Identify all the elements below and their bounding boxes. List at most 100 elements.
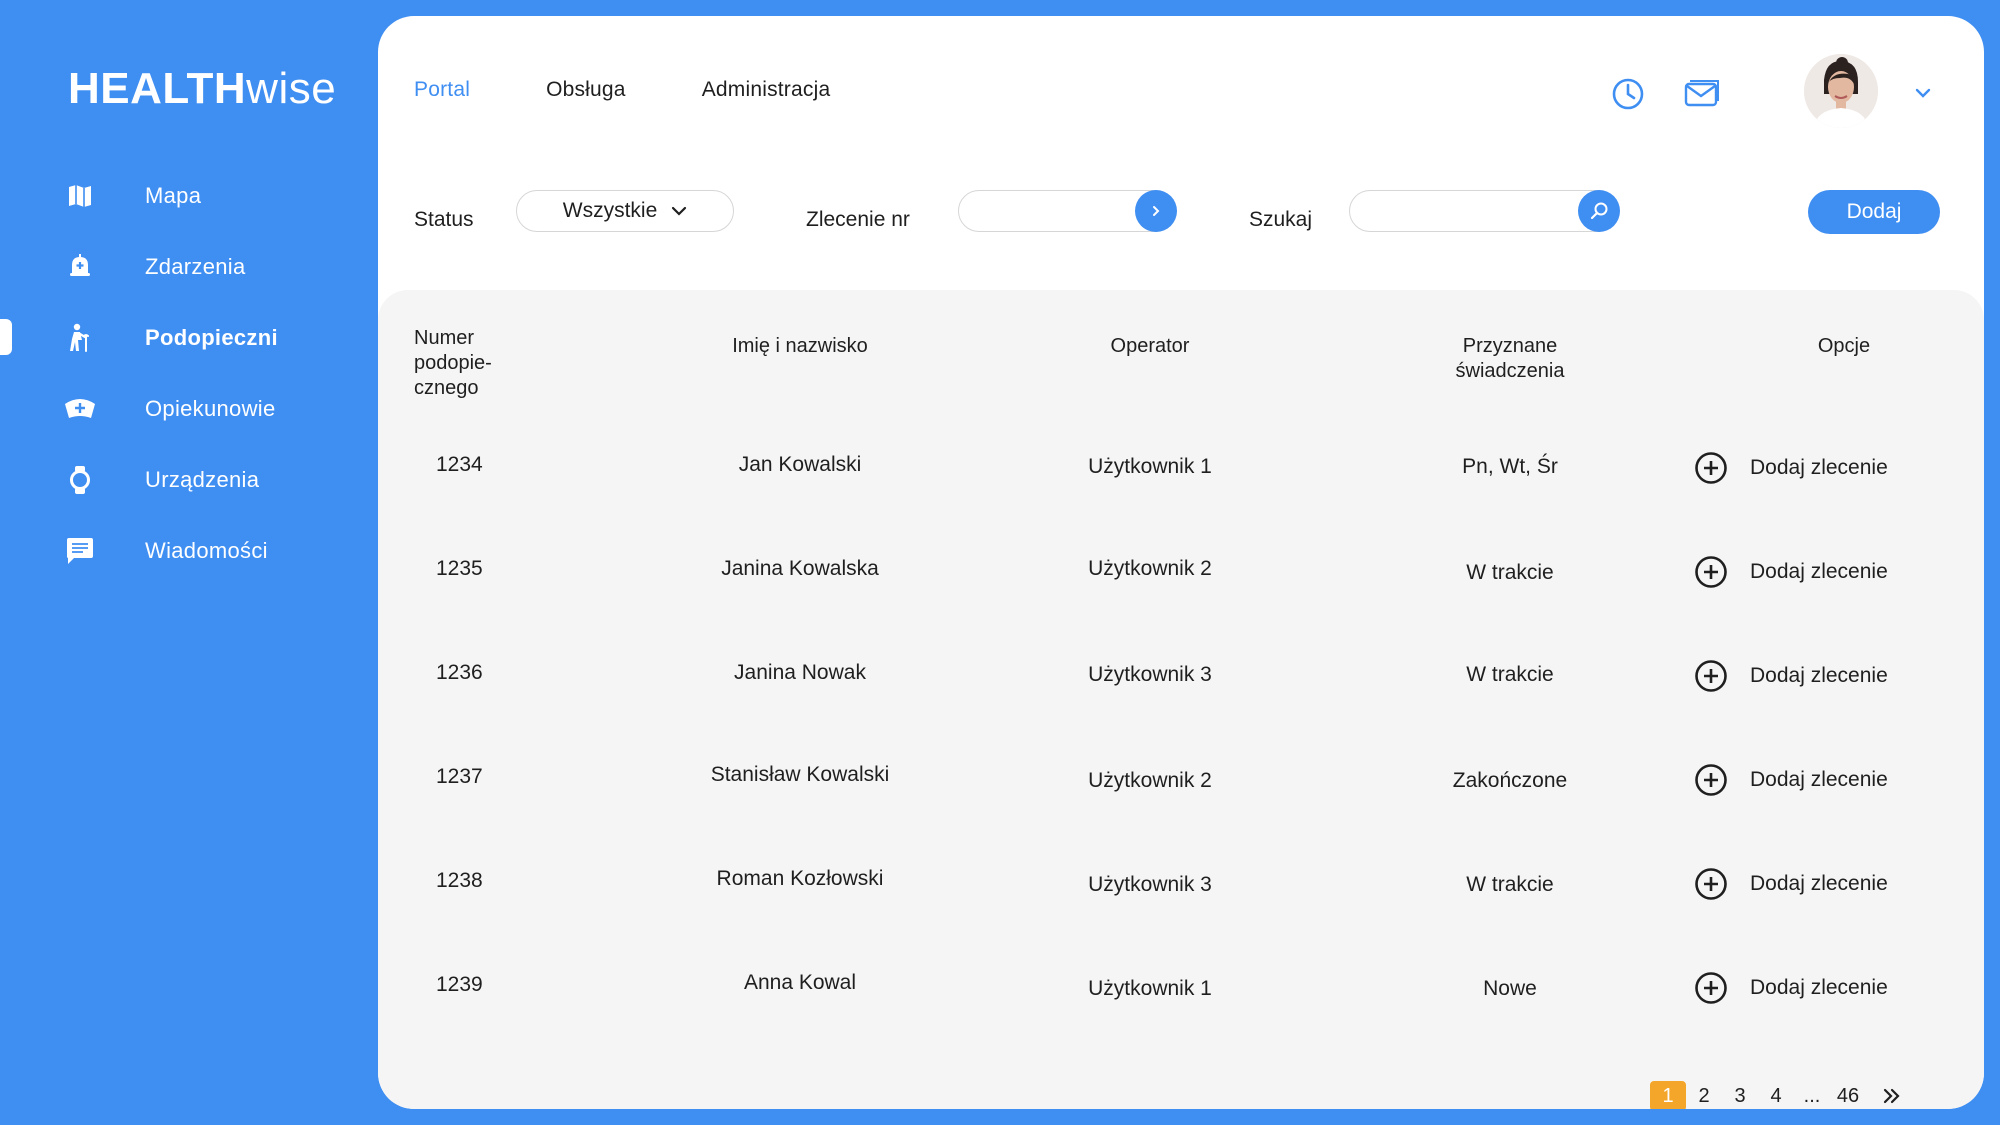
page-button[interactable]: 3 [1722, 1081, 1758, 1109]
table-row: 1235 Janina Kowalska Użytkownik 2 W trak… [378, 555, 1984, 625]
sidebar-item-label: Wiadomości [145, 537, 268, 563]
add-order-button[interactable]: Dodaj zlecenie [1694, 763, 1888, 797]
cell-name[interactable]: Anna Kowal [620, 971, 980, 995]
sidebar: HEALTHwise Mapa Zdarzenia Podopieczni Op… [0, 0, 378, 1125]
sidebar-item-label: Opiekunowie [145, 395, 276, 421]
order-number-field[interactable] [958, 190, 1177, 232]
column-header-benefits-line: świadczenia [1455, 360, 1565, 382]
tab-administracja[interactable]: Administracja [702, 78, 831, 102]
plus-circle-icon [1694, 659, 1728, 693]
add-order-button[interactable]: Dodaj zlecenie [1694, 971, 1888, 1005]
cell-number: 1234 [436, 453, 483, 476]
sidebar-item-wiadomosci[interactable]: Wiadomości [0, 515, 378, 586]
app-root: HEALTHwise Mapa Zdarzenia Podopieczni Op… [0, 0, 2000, 1125]
plus-circle-icon [1694, 867, 1728, 901]
sidebar-item-mapa[interactable]: Mapa [0, 160, 378, 231]
tab-portal[interactable]: Portal [414, 78, 470, 102]
sidebar-item-label: Podopieczni [145, 324, 278, 350]
order-number-input[interactable] [973, 197, 1117, 225]
column-header-name[interactable]: Imię i nazwisko [620, 334, 980, 359]
sidebar-item-label: Mapa [145, 182, 202, 208]
cell-name[interactable]: Stanisław Kowalski [620, 763, 980, 787]
search-input[interactable] [1364, 197, 1568, 225]
cell-name[interactable]: Janina Nowak [620, 661, 980, 685]
column-header-benefits-line: Przyznane [1462, 335, 1558, 357]
nurse-cap-icon [62, 391, 98, 427]
cell-benefits: Nowe [1483, 977, 1537, 1000]
sidebar-item-podopieczni[interactable]: Podopieczni [0, 302, 378, 373]
order-go-button[interactable] [1135, 190, 1177, 232]
cell-number: 1237 [436, 765, 483, 788]
sidebar-nav: Mapa Zdarzenia Podopieczni Opiekunowie U… [0, 160, 378, 586]
table-row: 1236 Janina Nowak Użytkownik 3 W trakcie… [378, 659, 1984, 729]
add-order-button[interactable]: Dodaj zlecenie [1694, 451, 1888, 485]
sidebar-item-label: Zdarzenia [145, 253, 246, 279]
page-button-current[interactable]: 1 [1650, 1081, 1686, 1109]
brand-logo[interactable]: HEALTHwise [68, 64, 336, 114]
chevron-down-icon[interactable] [1908, 78, 1938, 108]
add-order-button[interactable]: Dodaj zlecenie [1694, 659, 1888, 693]
cell-operator: Użytkownik 3 [1088, 663, 1212, 686]
patients-table: Numer podopie- cznego Imię i nazwisko Op… [378, 290, 1984, 1109]
column-header-operator[interactable]: Operator [970, 334, 1330, 359]
plus-circle-icon [1694, 555, 1728, 589]
cell-benefits: W trakcie [1466, 663, 1554, 686]
search-field[interactable] [1349, 190, 1620, 232]
add-order-label: Dodaj zlecenie [1750, 664, 1888, 687]
cell-name[interactable]: Jan Kowalski [620, 453, 980, 477]
add-order-label: Dodaj zlecenie [1750, 872, 1888, 895]
active-indicator [0, 319, 12, 355]
chevron-down-icon [672, 206, 687, 216]
clock-icon[interactable] [1608, 74, 1648, 114]
add-button[interactable]: Dodaj [1808, 190, 1940, 234]
header-actions [1584, 54, 1984, 130]
tab-obsluga[interactable]: Obsługa [546, 78, 626, 102]
cell-number: 1235 [436, 557, 483, 580]
chat-message-icon [62, 533, 98, 569]
avatar[interactable] [1804, 54, 1878, 128]
column-header-number-line: Numer [414, 327, 475, 349]
table-row: 1237 Stanisław Kowalski Użytkownik 2 Zak… [378, 763, 1984, 833]
brand-logo-bold: HEALTH [68, 64, 247, 113]
mail-icon[interactable] [1682, 74, 1722, 114]
column-header-number[interactable]: Numer podopie- cznego [414, 326, 492, 401]
cell-name[interactable]: Roman Kozłowski [620, 867, 980, 891]
pagination: 1 2 3 4 ... 46 [1650, 1080, 1910, 1109]
double-chevron-right-icon[interactable] [1874, 1081, 1910, 1109]
cell-number: 1238 [436, 869, 483, 892]
column-header-options: Opcje [1817, 335, 1871, 357]
column-header-number-line: podopie- [414, 352, 492, 374]
search-button[interactable] [1578, 190, 1620, 232]
add-order-label: Dodaj zlecenie [1750, 456, 1888, 479]
page-button[interactable]: 2 [1686, 1081, 1722, 1109]
cell-operator: Użytkownik 1 [1088, 455, 1212, 478]
add-order-label: Dodaj zlecenie [1750, 560, 1888, 583]
search-label: Szukaj [1249, 208, 1313, 231]
brand-logo-light: wise [246, 64, 337, 113]
cell-benefits: W trakcie [1466, 561, 1554, 584]
sidebar-item-zdarzenia[interactable]: Zdarzenia [0, 231, 378, 302]
cell-benefits: Zakończone [1452, 769, 1568, 792]
main-panel: Portal Obsługa Administracja Status Wszy… [378, 16, 1984, 1109]
page-button[interactable]: 4 [1758, 1081, 1794, 1109]
plus-circle-icon [1694, 971, 1728, 1005]
table-row: 1238 Roman Kozłowski Użytkownik 3 W trak… [378, 867, 1984, 937]
top-navigation: Portal Obsługa Administracja [414, 78, 906, 102]
filter-bar: Status Wszystkie Zlecenie nr Szukaj Doda… [378, 186, 1984, 266]
plus-circle-icon [1694, 451, 1728, 485]
elderly-person-icon [62, 320, 98, 356]
sidebar-item-opiekunowie[interactable]: Opiekunowie [0, 373, 378, 444]
column-header-benefits[interactable]: Przyznane świadczenia [1330, 334, 1690, 384]
status-label: Status [414, 208, 474, 231]
page-button-last[interactable]: 46 [1830, 1081, 1866, 1109]
status-select-value: Wszystkie [562, 199, 658, 222]
order-number-label: Zlecenie nr [806, 208, 910, 231]
cell-name[interactable]: Janina Kowalska [620, 557, 980, 581]
add-order-button[interactable]: Dodaj zlecenie [1694, 555, 1888, 589]
smartwatch-icon [62, 462, 98, 498]
table-row: 1239 Anna Kowal Użytkownik 1 Nowe Dodaj … [378, 971, 1984, 1041]
sidebar-item-urzadzenia[interactable]: Urządzenia [0, 444, 378, 515]
status-select[interactable]: Wszystkie [516, 190, 734, 232]
add-order-button[interactable]: Dodaj zlecenie [1694, 867, 1888, 901]
table-row: 1234 Jan Kowalski Użytkownik 1 Pn, Wt, Ś… [378, 451, 1984, 521]
